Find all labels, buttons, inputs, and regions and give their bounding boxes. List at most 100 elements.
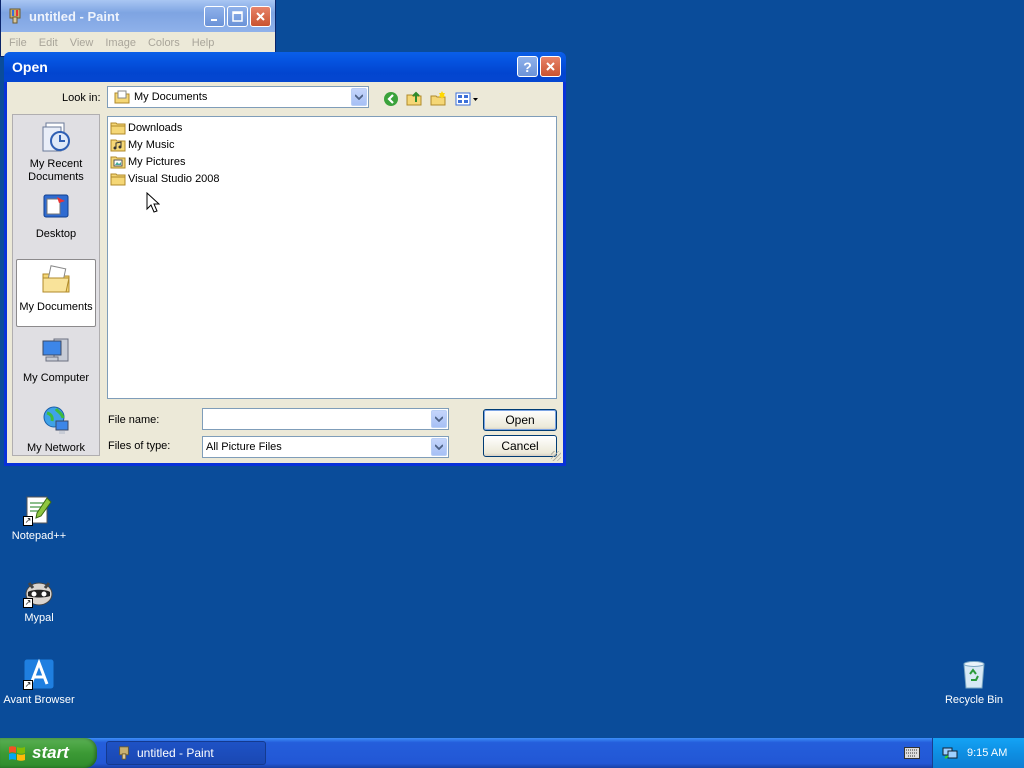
desktop-icon-avant-browser[interactable]: ↗ Avant Browser <box>1 658 77 706</box>
pictures-folder-icon <box>110 156 126 169</box>
desktop-icon-label: Mypal <box>24 612 54 624</box>
maximize-button[interactable] <box>227 6 248 27</box>
my-documents-small-icon <box>114 90 130 104</box>
file-name-input[interactable] <box>202 408 449 430</box>
dialog-titlebar[interactable]: Open ? <box>4 52 566 82</box>
file-type-label: Files of type: <box>108 440 171 452</box>
taskbar: start untitled - Paint 9:15 AM <box>0 738 1024 768</box>
look-in-value: My Documents <box>134 91 208 103</box>
file-type-value: All Picture Files <box>206 441 282 453</box>
desktop-icon-mypal[interactable]: ↗ Mypal <box>1 576 77 624</box>
places-bar: My Recent Documents Desktop My Documents <box>12 114 100 456</box>
file-list[interactable]: Downloads My Music My Pictures Visual St… <box>107 116 557 399</box>
new-folder-button[interactable] <box>430 90 447 107</box>
desktop-icon <box>43 194 69 218</box>
dialog-title: Open <box>12 59 48 75</box>
paint-menubar: File Edit View Image Colors Help <box>1 32 275 54</box>
look-in-label: Look in: <box>62 92 101 104</box>
place-desktop[interactable]: Desktop <box>16 187 96 251</box>
chevron-down-icon <box>435 416 443 422</box>
dialog-close-button[interactable] <box>540 56 561 77</box>
folder-icon <box>110 173 126 186</box>
desktop-icon-label: Notepad++ <box>11 530 67 542</box>
keyboard-icon[interactable] <box>904 747 920 759</box>
paint-window-title: untitled - Paint <box>29 8 120 24</box>
system-tray: 9:15 AM <box>932 738 1024 768</box>
place-label: My Documents <box>19 301 93 313</box>
back-button[interactable] <box>382 90 399 107</box>
desktop-icon-label: Recycle Bin <box>944 694 1004 706</box>
place-label: Desktop <box>35 228 77 240</box>
back-arrow-icon <box>383 91 398 106</box>
my-documents-icon <box>42 265 70 293</box>
paint-titlebar[interactable]: untitled - Paint <box>1 0 275 32</box>
up-folder-button[interactable] <box>406 90 423 107</box>
file-name: My Pictures <box>128 156 186 168</box>
shortcut-arrow-icon: ↗ <box>23 598 33 608</box>
menu-file[interactable]: File <box>9 37 27 49</box>
view-menu-button[interactable] <box>454 90 480 107</box>
place-my-documents[interactable]: My Documents <box>16 259 96 327</box>
my-network-icon <box>43 406 69 434</box>
paint-app-icon <box>119 746 129 760</box>
new-folder-icon <box>430 91 446 106</box>
taskbar-item-paint[interactable]: untitled - Paint <box>106 741 266 765</box>
list-item-visual-studio-2008[interactable]: Visual Studio 2008 <box>110 171 220 187</box>
recent-documents-icon <box>42 122 70 152</box>
desktop-icon-recycle-bin[interactable]: Recycle Bin <box>936 658 1012 706</box>
look-in-dropdown-arrow[interactable] <box>351 88 367 106</box>
desktop-icon-label: Avant Browser <box>3 694 75 706</box>
chevron-down-icon <box>355 94 363 100</box>
start-button[interactable]: start <box>0 738 97 768</box>
menu-colors[interactable]: Colors <box>148 37 180 49</box>
menu-image[interactable]: Image <box>105 37 136 49</box>
file-name-dropdown-arrow[interactable] <box>431 410 447 428</box>
list-item-my-pictures[interactable]: My Pictures <box>110 154 185 170</box>
cancel-button[interactable]: Cancel <box>483 435 557 457</box>
menu-view[interactable]: View <box>70 37 94 49</box>
paint-window: untitled - Paint File Edit View Image Co… <box>0 0 276 57</box>
minimize-icon <box>210 18 217 21</box>
music-folder-icon <box>110 139 126 152</box>
look-in-dropdown[interactable]: My Documents <box>107 86 369 108</box>
windows-flag-icon <box>9 746 25 761</box>
place-my-recent-documents[interactable]: My Recent Documents <box>16 117 96 183</box>
menu-help[interactable]: Help <box>192 37 215 49</box>
maximize-icon <box>232 11 243 22</box>
place-label: My Computer <box>22 372 90 384</box>
place-label: My Network <box>26 442 86 454</box>
shortcut-arrow-icon: ↗ <box>23 516 33 526</box>
list-item-my-music[interactable]: My Music <box>110 137 174 153</box>
taskbar-item-label: untitled - Paint <box>137 746 214 760</box>
file-type-dropdown-arrow[interactable] <box>431 438 447 456</box>
desktop-icon-notepadpp[interactable]: ↗ Notepad++ <box>1 494 77 542</box>
menu-edit[interactable]: Edit <box>39 37 58 49</box>
place-my-network[interactable]: My Network <box>16 401 96 465</box>
file-type-dropdown[interactable]: All Picture Files <box>202 436 449 458</box>
place-label: My Recent Documents <box>28 158 84 183</box>
shortcut-arrow-icon: ↗ <box>23 680 33 690</box>
open-dialog: Open ? Look in: My Documents My Recent D… <box>4 52 566 466</box>
open-button[interactable]: Open <box>483 409 557 431</box>
file-name-label: File name: <box>108 414 160 426</box>
folder-icon <box>110 122 126 135</box>
mouse-cursor-icon <box>146 192 160 213</box>
question-mark-icon: ? <box>523 58 532 75</box>
start-label: start <box>32 743 69 762</box>
minimize-button[interactable] <box>204 6 225 27</box>
close-icon <box>256 12 265 21</box>
list-item-downloads[interactable]: Downloads <box>110 120 182 136</box>
help-button[interactable]: ? <box>517 56 538 77</box>
file-name: Visual Studio 2008 <box>128 173 220 185</box>
clock[interactable]: 9:15 AM <box>967 747 1007 759</box>
resize-grip[interactable] <box>551 451 561 461</box>
file-name: My Music <box>128 139 175 151</box>
network-connection-icon[interactable] <box>942 746 958 760</box>
paint-close-button[interactable] <box>250 6 271 27</box>
recycle-bin-icon <box>963 661 985 689</box>
close-icon <box>546 62 555 71</box>
my-computer-icon <box>42 338 69 362</box>
place-my-computer[interactable]: My Computer <box>16 331 96 395</box>
chevron-down-icon <box>435 444 443 450</box>
up-folder-icon <box>406 91 422 106</box>
